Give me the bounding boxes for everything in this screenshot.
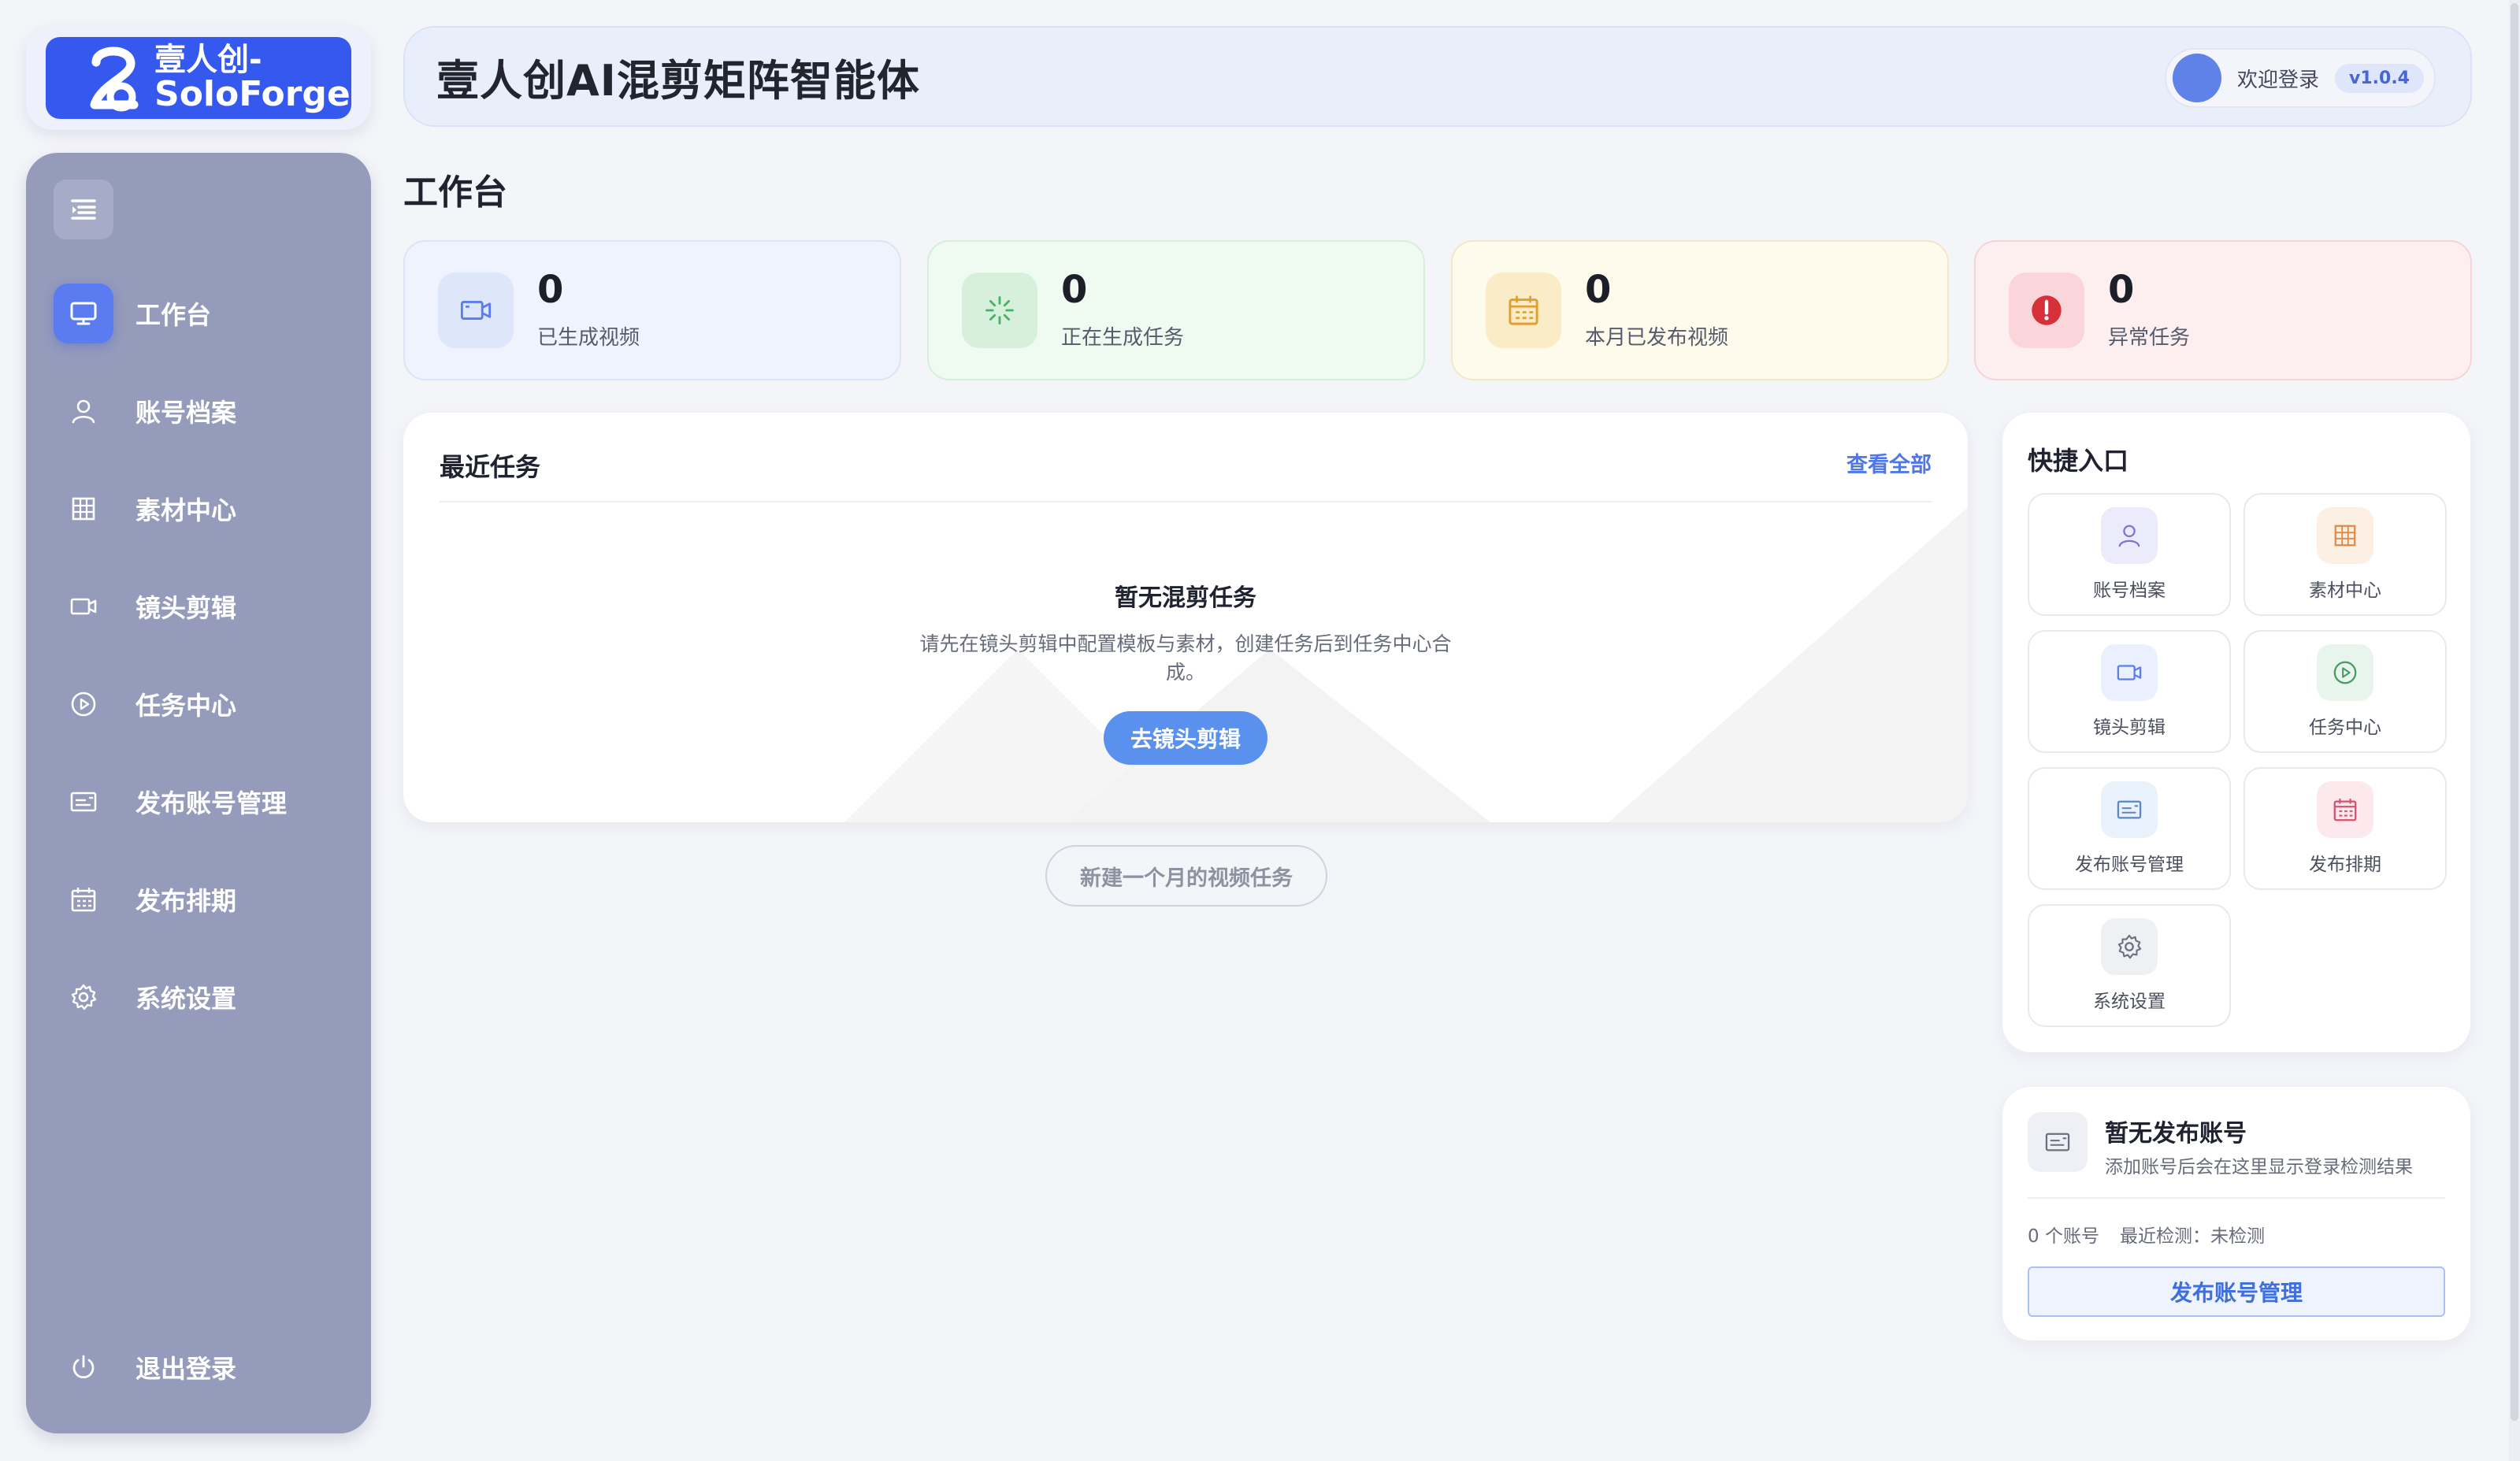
sidebar-item-label: 账号档案 [135, 398, 237, 428]
recent-tasks-title: 最近任务 [440, 452, 541, 482]
quick-item-label: 账号档案 [2093, 580, 2166, 601]
publish-accounts-button[interactable]: 发布账号管理 [2028, 1266, 2445, 1317]
brand-logo: 壹人创- SoloForge [46, 37, 351, 119]
play-circle-icon [2317, 644, 2373, 701]
sidebar-item-publish-schedule[interactable]: 发布排期 [54, 866, 345, 933]
quick-entry-panel: 快捷入口 账号档案 素材中心 镜头剪辑 任务中心 发布账号管理 发布排期 系统设… [2002, 413, 2470, 1052]
calendar-icon [2317, 781, 2373, 838]
quick-item-material-center[interactable]: 素材中心 [2244, 493, 2447, 616]
monitor-icon [54, 284, 113, 343]
version-badge: v1.0.4 [2335, 63, 2424, 93]
sidebar-item-label: 任务中心 [135, 691, 237, 721]
page-title: 工作台 [403, 172, 507, 213]
welcome-text: 欢迎登录 [2237, 68, 2320, 92]
sidebar-item-shot-editing[interactable]: 镜头剪辑 [54, 573, 345, 640]
quick-item-publish-accounts[interactable]: 发布账号管理 [2028, 767, 2231, 890]
brand-line-2: SoloForge [154, 73, 351, 114]
avatar[interactable] [2173, 54, 2221, 102]
camera-icon [2101, 644, 2158, 701]
sidebar-item-task-center[interactable]: 任务中心 [54, 671, 345, 737]
sidebar-item-material-center[interactable]: 素材中心 [54, 476, 345, 542]
view-all-link[interactable]: 查看全部 [1846, 447, 1932, 501]
stat-label: 已生成视频 [537, 325, 640, 350]
sidebar-item-system-settings[interactable]: 系统设置 [54, 964, 345, 1030]
grid-icon [54, 479, 113, 539]
id-card-icon [54, 772, 113, 832]
user-chip[interactable]: 欢迎登录 v1.0.4 [2165, 48, 2436, 108]
brand-line-1: 壹人创- [154, 41, 262, 78]
app-title: 壹人创AI混剪矩阵智能体 [436, 55, 920, 106]
gear-icon [54, 967, 113, 1027]
sidebar-collapse-button[interactable] [54, 180, 113, 239]
calendar-icon [54, 870, 113, 929]
sidebar: 工作台 账号档案 素材中心 镜头剪辑 任务中心 发布账号管理 发布排期 系统设置… [26, 153, 371, 1433]
quick-item-task-center[interactable]: 任务中心 [2244, 630, 2447, 753]
id-card-icon [2101, 781, 2158, 838]
divider [2028, 1197, 2445, 1199]
play-circle-icon [54, 674, 113, 734]
stat-card-published-this-month: 0 本月已发布视频 [1451, 240, 1949, 380]
sidebar-item-label: 发布账号管理 [135, 788, 288, 818]
top-header: 壹人创AI混剪矩阵智能体 欢迎登录 v1.0.4 [403, 26, 2472, 127]
quick-entry-title: 快捷入口 [2028, 446, 2129, 476]
empty-description: 请先在镜头剪辑中配置模板与素材，创建任务后到任务中心合成。 [919, 632, 1452, 684]
stat-card-generated-videos: 0 已生成视频 [403, 240, 901, 380]
user-icon [54, 381, 113, 441]
stat-label: 本月已发布视频 [1585, 325, 1729, 350]
sidebar-item-account-profile[interactable]: 账号档案 [54, 378, 345, 444]
quick-item-system-settings[interactable]: 系统设置 [2028, 904, 2231, 1027]
sidebar-item-publish-accounts[interactable]: 发布账号管理 [54, 769, 345, 835]
stat-label: 正在生成任务 [1061, 325, 1185, 350]
page-scrollbar[interactable] [2509, 0, 2520, 1461]
power-icon [54, 1337, 113, 1397]
logout-button[interactable]: 退出登录 [54, 1334, 345, 1400]
user-icon [2101, 507, 2158, 564]
grid-icon [2317, 507, 2373, 564]
stat-value: 0 [537, 267, 564, 312]
quick-item-publish-schedule[interactable]: 发布排期 [2244, 767, 2447, 890]
calendar-icon [1486, 273, 1561, 348]
camera-icon [54, 577, 113, 636]
quick-item-label: 系统设置 [2093, 992, 2166, 1012]
brand-logo-card: 壹人创- SoloForge [26, 26, 371, 130]
stat-value: 0 [1585, 267, 1612, 312]
sidebar-item-label: 系统设置 [135, 984, 237, 1014]
stat-label: 异常任务 [2108, 325, 2191, 350]
quick-item-label: 任务中心 [2309, 718, 2381, 738]
account-status-desc: 添加账号后会在这里显示登录检测结果 [2105, 1157, 2413, 1177]
sidebar-item-workbench[interactable]: 工作台 [54, 280, 345, 347]
sidebar-item-label: 发布排期 [135, 886, 237, 916]
id-card-icon [2028, 1112, 2088, 1172]
quick-item-label: 素材中心 [2309, 580, 2381, 601]
account-status-title: 暂无发布账号 [2105, 1120, 2247, 1148]
gear-icon [2101, 918, 2158, 975]
last-check: 最近检测：未检测 [2119, 1226, 2265, 1247]
stat-card-error-tasks: 0 异常任务 [1974, 240, 2472, 380]
new-month-task-button[interactable]: 新建一个月的视频任务 [1045, 845, 1327, 907]
quick-item-label: 发布账号管理 [2075, 855, 2184, 875]
go-shot-editing-button[interactable]: 去镜头剪辑 [1103, 710, 1267, 765]
stat-card-generating-tasks: 0 正在生成任务 [927, 240, 1425, 380]
empty-title: 暂无混剪任务 [1115, 584, 1256, 612]
quick-item-label: 发布排期 [2309, 855, 2381, 875]
quick-item-account-profile[interactable]: 账号档案 [2028, 493, 2231, 616]
alert-icon [2009, 273, 2084, 348]
sidebar-item-label: 镜头剪辑 [135, 593, 237, 623]
logout-label: 退出登录 [135, 1354, 237, 1384]
logo-mark-icon [90, 46, 139, 112]
spinner-icon [962, 273, 1037, 348]
recent-tasks-panel: 最近任务 查看全部 暂无混剪任务 请先在镜头剪辑中配置模板与素材，创建任务后到任… [403, 413, 1968, 822]
menu-collapse-icon [71, 199, 96, 220]
sidebar-item-label: 工作台 [135, 300, 212, 330]
scrollbar-thumb[interactable] [2511, 3, 2518, 1421]
stat-value: 0 [1061, 267, 1088, 312]
sidebar-item-label: 素材中心 [135, 495, 237, 525]
quick-item-shot-editing[interactable]: 镜头剪辑 [2028, 630, 2231, 753]
publish-account-status-card: 暂无发布账号 添加账号后会在这里显示登录检测结果 0 个账号 最近检测：未检测 … [2002, 1087, 2470, 1340]
camera-icon [438, 273, 514, 348]
account-count: 0 个账号 [2028, 1226, 2099, 1247]
quick-item-label: 镜头剪辑 [2093, 718, 2166, 738]
stat-value: 0 [2108, 267, 2135, 312]
